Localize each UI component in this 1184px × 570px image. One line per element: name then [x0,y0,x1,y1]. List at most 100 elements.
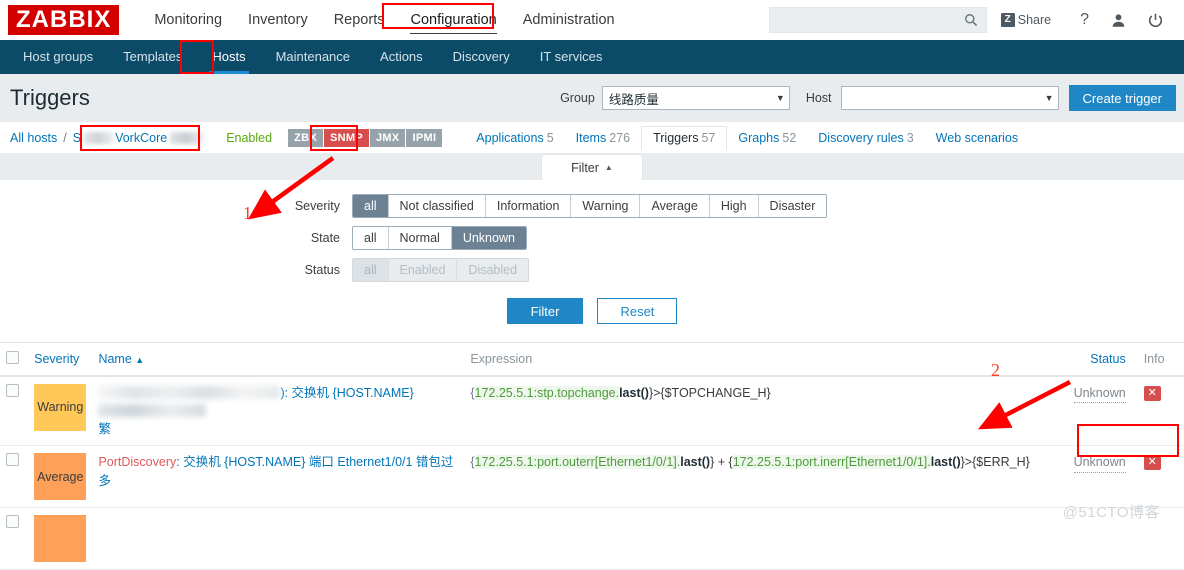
expr-item-key[interactable]: 172.25.5.1:stp.topchange. [474,386,620,400]
share-button[interactable]: Z Share [1000,13,1052,27]
severity-option-high[interactable]: High [709,195,759,217]
tab-web-scenarios-label: Web scenarios [935,130,1019,145]
row-checkbox[interactable] [6,453,19,467]
tab-graphs-label: Graphs [738,130,780,145]
breadcrumb-host-name[interactable]: S VorkCore [72,130,205,145]
host-select[interactable]: ▼ [840,86,1059,110]
tab-applications-label: Applications [476,130,544,145]
header-status[interactable]: Status [1045,343,1132,377]
tab-applications[interactable]: Applications 5 [465,127,564,149]
error-icon[interactable]: ✕ [1143,386,1161,401]
share-label: Share [1017,13,1052,27]
severity-option-information[interactable]: Information [485,195,572,217]
host-name-prefix: S [72,130,82,145]
filter-toggle-tab[interactable]: Filter ▲ [541,154,643,180]
menu-item-configuration[interactable]: Configuration [397,0,509,40]
create-trigger-button[interactable]: Create trigger [1068,85,1176,111]
select-all-checkbox[interactable] [6,351,19,364]
page-header-filters: Group 线路质量 ▼ Host ▼ Create trigger [560,85,1176,111]
interface-badge-ipmi[interactable]: IPMI [406,128,443,147]
severity-option-disaster[interactable]: Disaster [758,195,827,217]
tab-triggers-count: 57 [701,130,716,145]
interface-badge-zbx[interactable]: ZBX [288,128,323,147]
zabbix-logo[interactable]: ZABBIX [8,4,120,36]
filter-row-state: State all Normal Unknown [0,226,1184,250]
chevron-up-icon: ▲ [604,163,613,172]
tab-items[interactable]: Items 276 [565,127,641,149]
status-option-enabled: Enabled [388,259,458,281]
row-name-cell: PortDiscovery: 交换机 {HOST.NAME} 端口 Ethern… [92,445,465,509]
logout-power-icon[interactable] [1148,13,1163,28]
subnav-item-maintenance[interactable]: Maintenance [261,40,365,74]
tab-discovery-rules[interactable]: Discovery rules 3 [807,127,924,149]
tab-items-label: Items [575,130,607,145]
help-label: ? [1080,11,1089,28]
search-icon [964,13,978,27]
breadcrumb-separator: / [63,130,67,145]
tab-items-count: 276 [609,130,631,145]
interface-badge-snmp[interactable]: SNMP [323,128,369,147]
expr-item-key-1[interactable]: 172.25.5.1:port.outerr[Ethernet1/0/1]. [474,455,681,470]
filter-label-severity: Severity [294,199,340,213]
filter-apply-button[interactable]: Filter [506,298,584,324]
interface-badge-jmx[interactable]: JMX [369,128,406,147]
subnav-item-it-services[interactable]: IT services [525,40,618,74]
error-icon[interactable]: ✕ [1143,455,1161,471]
main-menu: Monitoring Inventory Reports Configurati… [141,0,627,40]
filter-label-state: State [310,231,340,245]
severity-option-not-classified[interactable]: Not classified [388,195,486,217]
tab-discovery-rules-count: 3 [906,130,914,145]
trigger-name-text[interactable]: ): 交换机 {HOST.NAME} [280,386,413,400]
row-select-cell [0,445,29,509]
severity-option-average[interactable]: Average [640,195,710,217]
sort-ascending-icon: ▲ [135,355,145,365]
tab-web-scenarios[interactable]: Web scenarios [925,127,1029,149]
group-select-value: 线路质量 [608,92,659,107]
user-profile-icon[interactable] [1111,13,1126,28]
status-option-disabled: Disabled [457,259,529,281]
trigger-name-text-tail[interactable]: 繁 [98,422,111,436]
row-checkbox[interactable] [6,515,19,529]
trigger-discovery-prefix[interactable]: PortDiscovery [98,455,176,469]
table-row [0,507,1184,570]
filter-reset-button[interactable]: Reset [597,298,678,324]
tab-graphs[interactable]: Graphs 52 [727,127,807,149]
tab-triggers[interactable]: Triggers 57 [641,125,728,150]
subnav-item-discovery[interactable]: Discovery [438,40,525,74]
row-expression-cell [464,507,1046,570]
severity-option-warning[interactable]: Warning [571,195,641,217]
subnav-item-actions[interactable]: Actions [365,40,438,74]
state-option-all[interactable]: all [353,227,389,249]
expr-brace-open: { [470,386,475,400]
filter-tab-row: Filter ▲ [0,154,1184,180]
subnav-item-host-groups[interactable]: Host groups [8,40,108,74]
row-checkbox[interactable] [6,384,19,397]
menu-item-inventory[interactable]: Inventory [235,0,321,40]
menu-item-monitoring[interactable]: Monitoring [141,0,235,40]
trigger-name-redacted-b [98,404,207,418]
filter-action-buttons: Filter Reset [0,298,1184,324]
menu-item-reports[interactable]: Reports [321,0,398,40]
help-icon[interactable]: ? [1080,11,1089,29]
breadcrumb-all-hosts[interactable]: All hosts [10,131,57,145]
status-badge[interactable]: Unknown [1073,453,1126,473]
trigger-table: Severity Name ▲ Expression Status Info W… [0,343,1184,570]
state-option-normal[interactable]: Normal [388,227,452,249]
severity-option-all[interactable]: all [353,195,389,217]
tab-graphs-count: 52 [782,130,797,145]
state-option-unknown[interactable]: Unknown [451,227,526,249]
status-badge[interactable]: Unknown [1073,384,1126,404]
header-severity[interactable]: Severity [28,343,93,377]
search-input[interactable] [768,7,987,33]
host-name-redacted-left [83,131,114,144]
subnav-item-templates[interactable]: Templates [108,40,197,74]
tab-discovery-rules-label: Discovery rules [818,130,904,145]
menu-item-administration[interactable]: Administration [510,0,628,40]
row-severity-cell [28,507,93,570]
group-select[interactable]: 线路质量 ▼ [601,86,790,110]
header-name[interactable]: Name ▲ [92,343,465,377]
row-select-cell [0,376,29,447]
severity-badge [34,515,87,563]
subnav-item-hosts[interactable]: Hosts [197,40,260,74]
expr-item-key-2[interactable]: 172.25.5.1:port.inerr[Ethernet1/0/1]. [732,455,931,470]
